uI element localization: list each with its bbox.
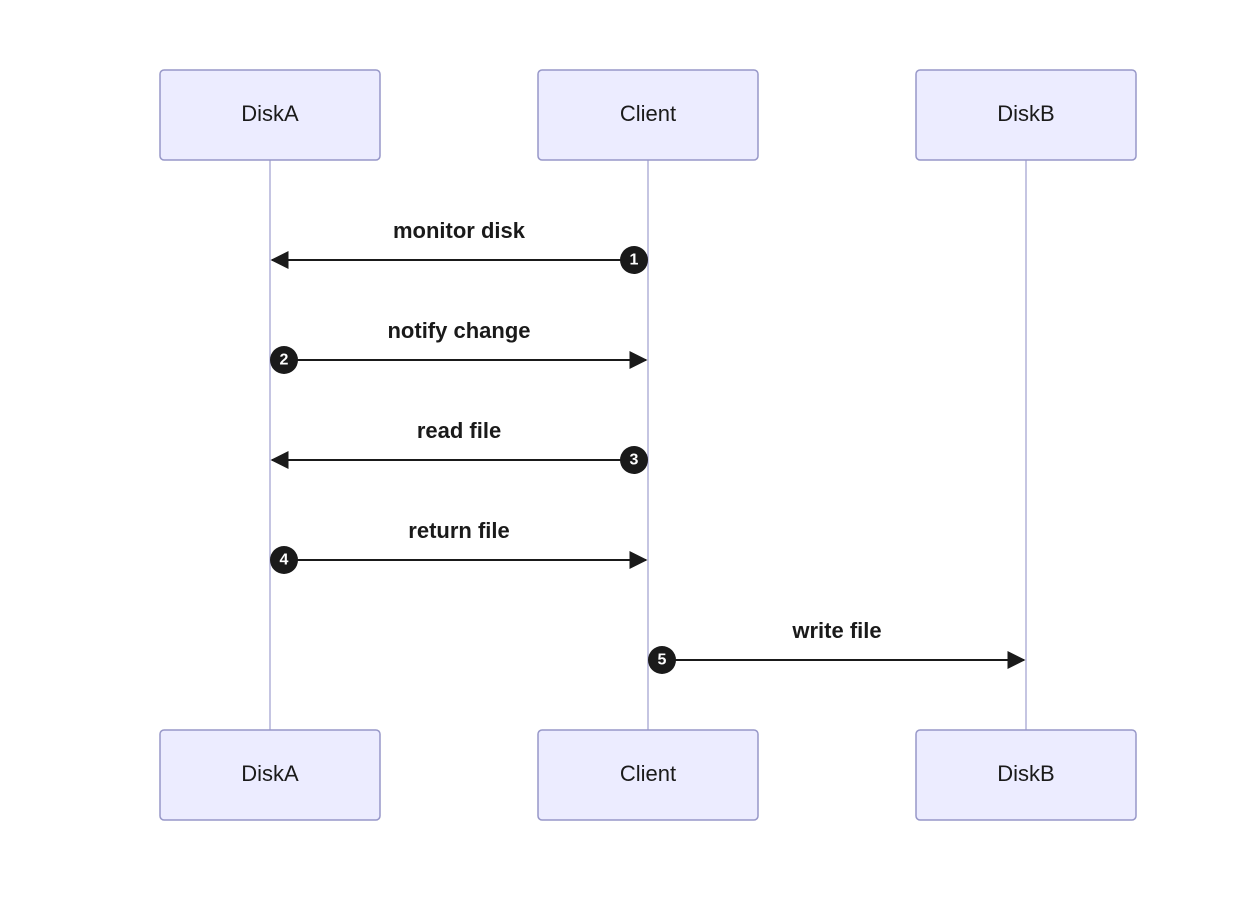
actor-client-bottom: Client: [538, 730, 758, 820]
actor-diskb-top: DiskB: [916, 70, 1136, 160]
message-label: write file: [791, 618, 881, 643]
actor-diska-bottom: DiskA: [160, 730, 380, 820]
actor-label: DiskB: [997, 761, 1054, 786]
message-label: read file: [417, 418, 501, 443]
message-1: 1 monitor disk: [272, 218, 648, 274]
sequence-number: 5: [658, 652, 667, 669]
message-3: 3 read file: [272, 418, 648, 474]
actor-label: DiskB: [997, 101, 1054, 126]
message-label: return file: [408, 518, 509, 543]
message-4: 4 return file: [270, 518, 646, 574]
sequence-number: 4: [280, 552, 289, 569]
message-5: 5 write file: [648, 618, 1024, 674]
actor-label: DiskA: [241, 761, 299, 786]
message-label: notify change: [387, 318, 530, 343]
message-label: monitor disk: [393, 218, 526, 243]
message-2: 2 notify change: [270, 318, 646, 374]
sequence-number: 2: [280, 352, 289, 369]
actor-label: DiskA: [241, 101, 299, 126]
sequence-diagram: DiskA Client DiskB DiskA Client DiskB 1 monit…: [0, 0, 1236, 898]
actor-diskb-bottom: DiskB: [916, 730, 1136, 820]
actor-diska-top: DiskA: [160, 70, 380, 160]
sequence-number: 3: [630, 452, 639, 469]
sequence-number: 1: [630, 252, 639, 269]
actor-label: Client: [620, 101, 676, 126]
actor-label: Client: [620, 761, 676, 786]
actor-client-top: Client: [538, 70, 758, 160]
